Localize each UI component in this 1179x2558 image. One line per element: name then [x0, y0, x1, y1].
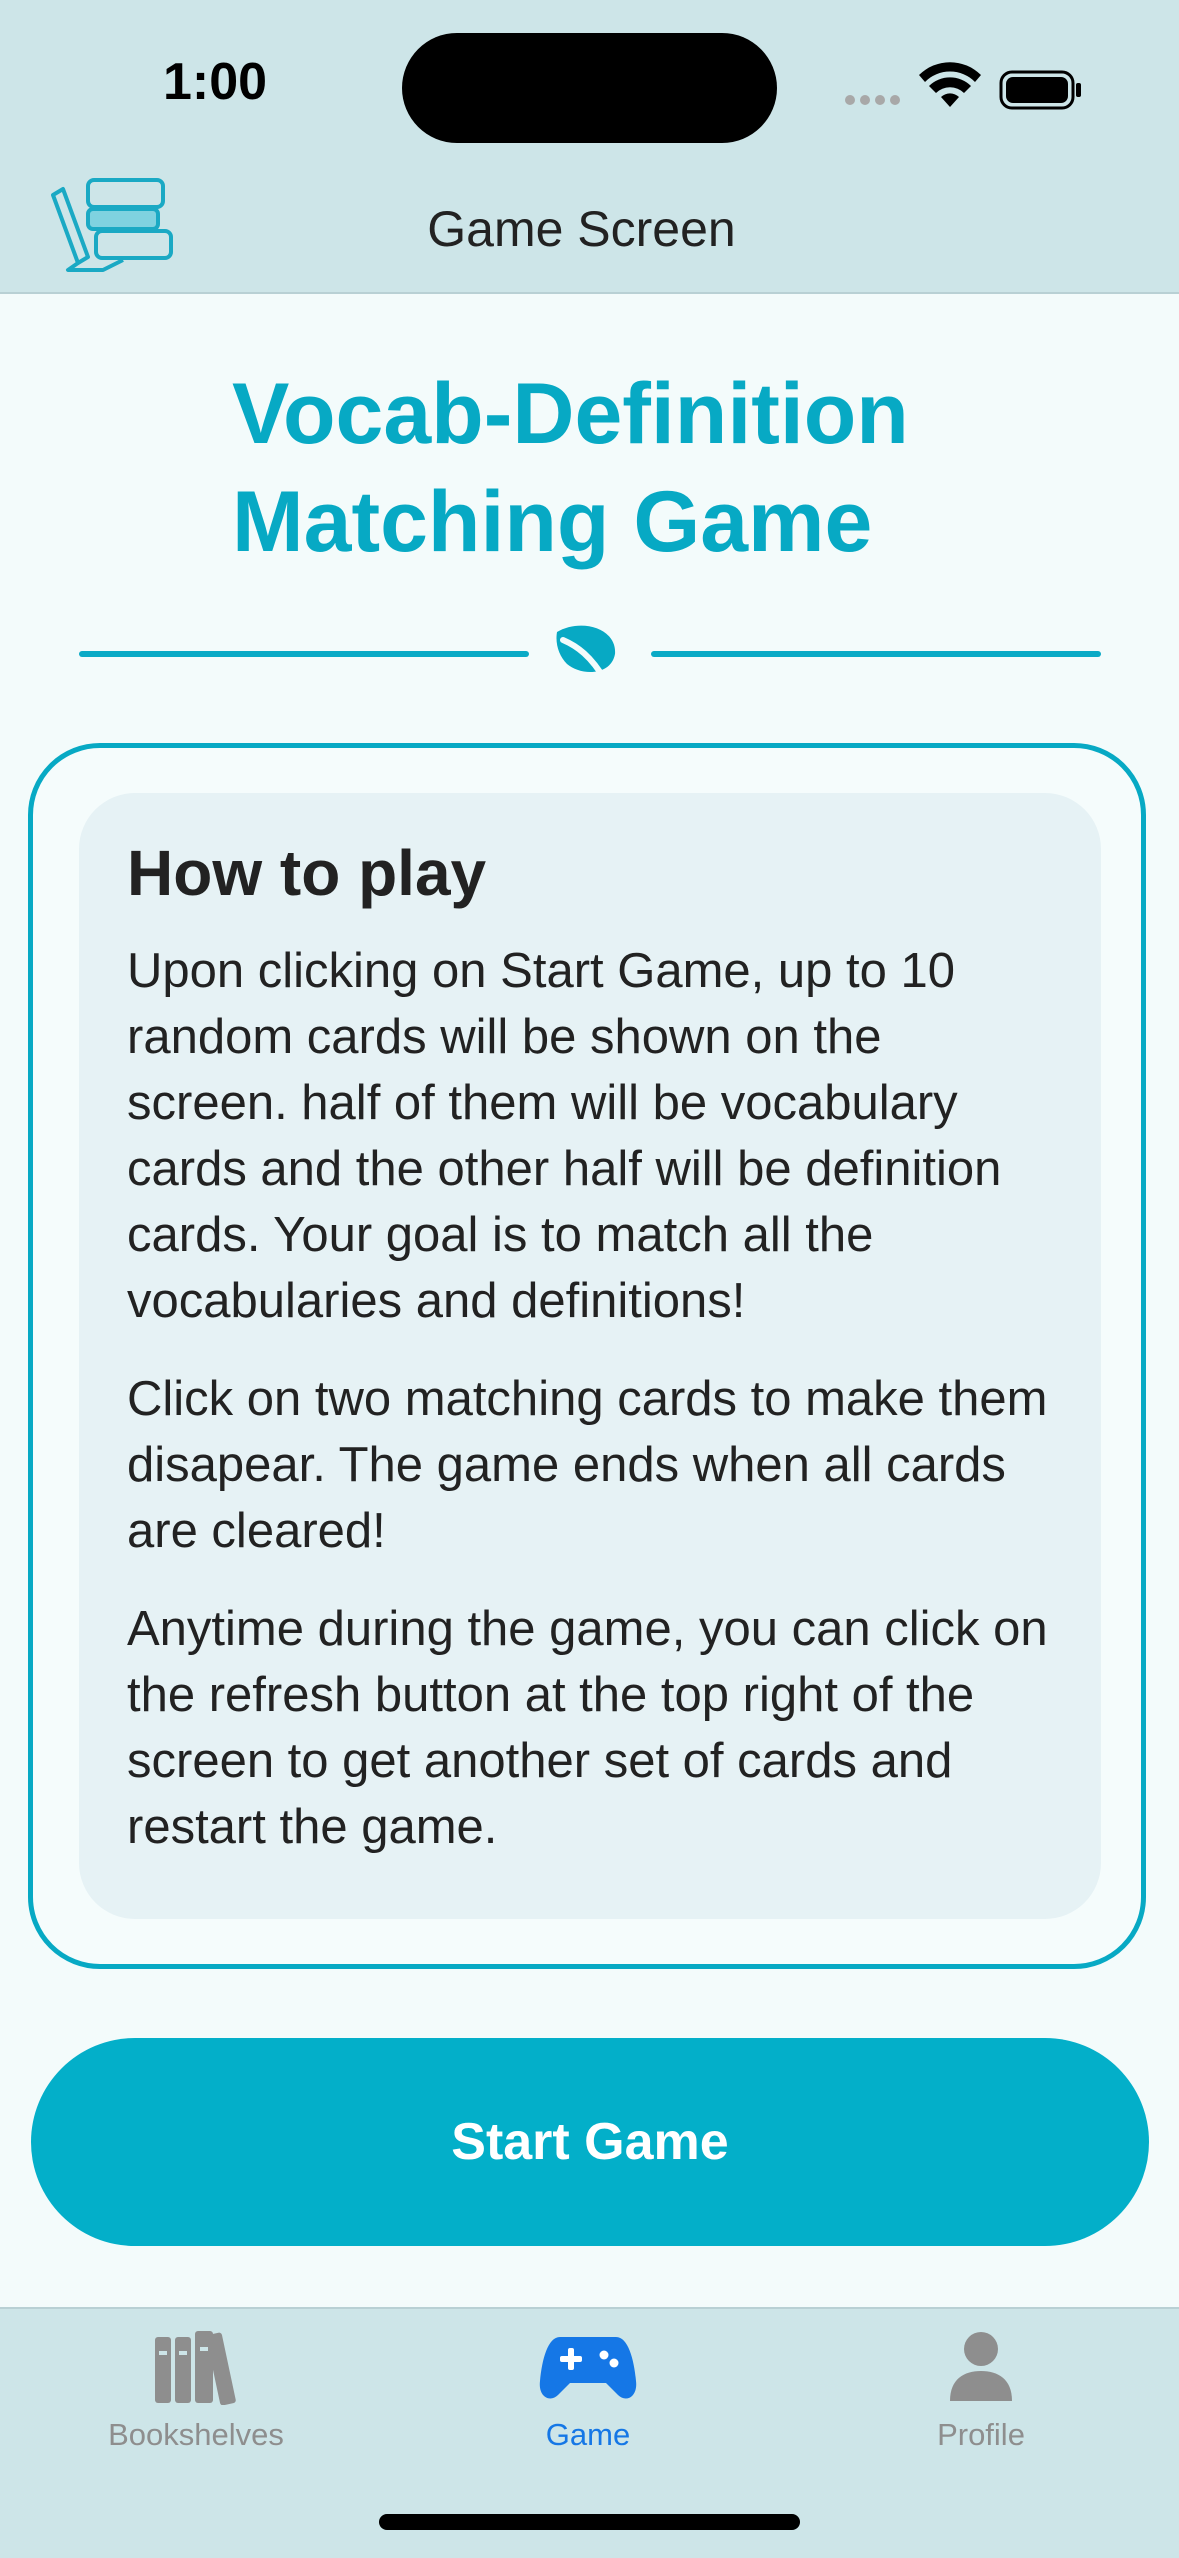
- tab-game[interactable]: Game: [438, 2329, 738, 2453]
- instruction-paragraph: Upon clicking on Start Game, up to 10 ra…: [127, 944, 1002, 1328]
- divider-line-right: [651, 651, 1101, 657]
- status-icons: [845, 62, 1081, 110]
- wifi-icon: [919, 62, 981, 107]
- instruction-paragraph: Click on two matching cards to make them…: [127, 1372, 1048, 1558]
- status-time: 1:00: [162, 53, 268, 111]
- battery-icon: [999, 70, 1081, 110]
- leaf-icon: [556, 625, 616, 682]
- divider-line-left: [79, 651, 529, 657]
- gamecontroller-icon: [539, 2337, 637, 2399]
- nav-title: Game Screen: [427, 201, 736, 257]
- tab-label: Profile: [937, 2417, 1025, 2452]
- signal-icon: [845, 95, 900, 105]
- tab-label: Game: [545, 2417, 631, 2452]
- tab-bookshelves[interactable]: Bookshelves: [46, 2329, 346, 2453]
- start-game-button[interactable]: Start Game: [31, 2038, 1149, 2246]
- tab-label: Bookshelves: [108, 2417, 284, 2452]
- navigation-bar: 1:00 Game Screen: [0, 0, 1179, 294]
- instruction-paragraph: Anytime during the game, you can click o…: [127, 1602, 1048, 1854]
- how-to-play-title: How to play: [127, 837, 487, 909]
- person-icon: [950, 2332, 1012, 2401]
- page-title: Vocab-Definition Matching Game: [232, 366, 909, 570]
- home-indicator: [379, 2514, 800, 2530]
- instructions-card: How to play Upon clicking on Start Game,…: [79, 793, 1101, 1919]
- bookshelves-icon: [155, 2331, 236, 2405]
- dynamic-island: [402, 33, 777, 143]
- tab-profile[interactable]: Profile: [831, 2329, 1131, 2453]
